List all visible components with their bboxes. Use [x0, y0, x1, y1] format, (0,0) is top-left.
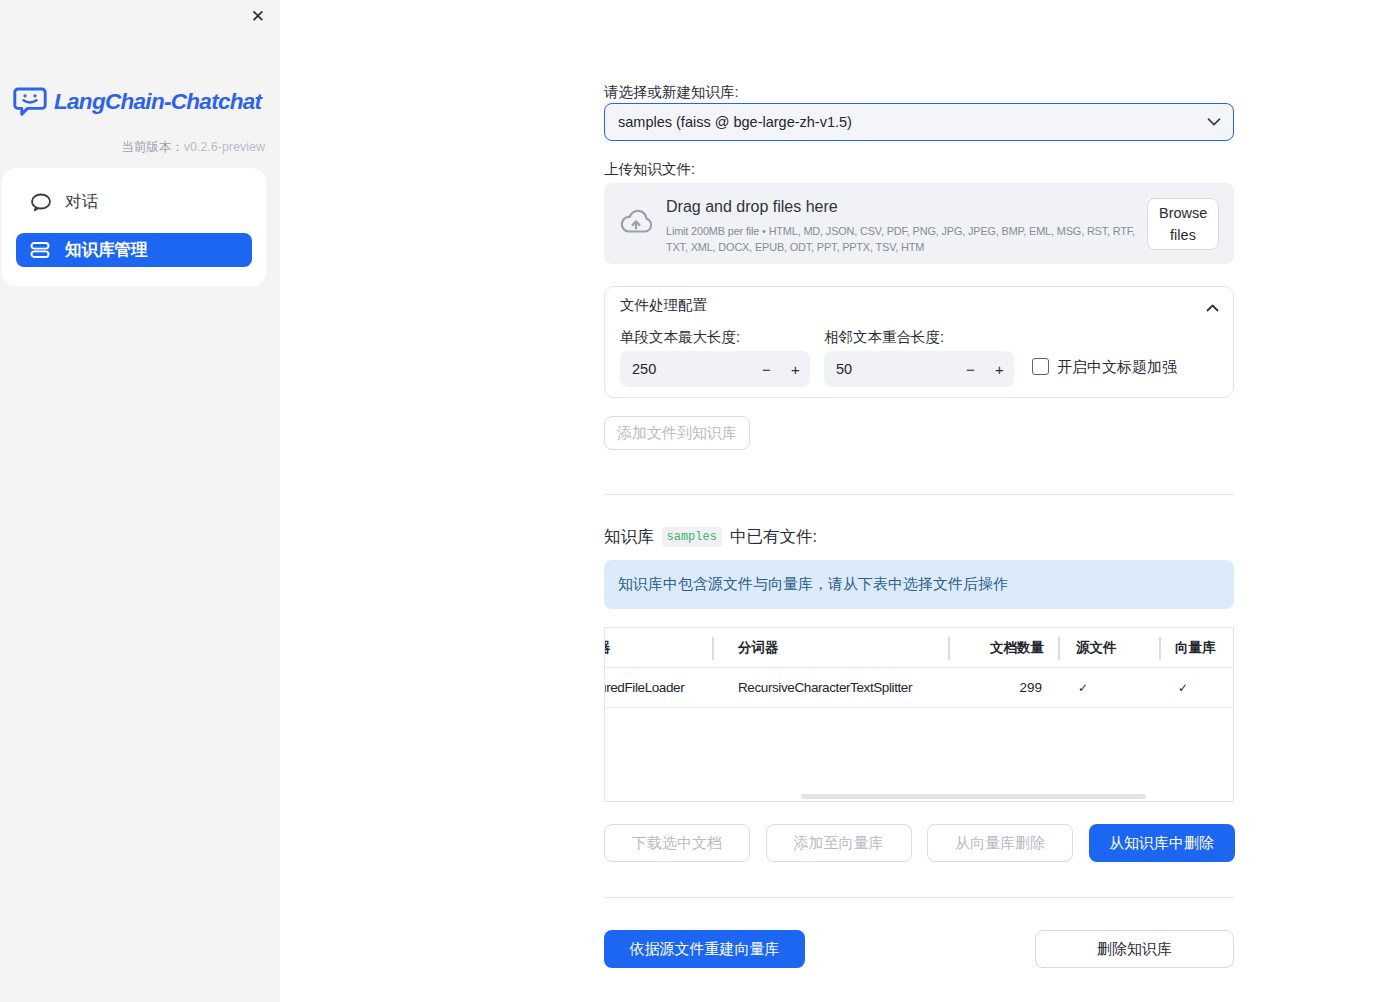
sidebar: ✕ LangChain-Chatchat 当前版本：v0.2.6-preview… [0, 0, 280, 1002]
add-files-button[interactable]: 添加文件到知识库 [604, 416, 750, 450]
table-row[interactable]: UnstructuredFileLoader RecursiveCharacte… [605, 668, 1233, 708]
col-splitter: 分词器 [738, 628, 779, 668]
close-sidebar-icon[interactable]: ✕ [251, 7, 265, 27]
table-horizontal-scrollbar[interactable] [801, 794, 1146, 799]
delete-kb-button[interactable]: 删除知识库 [1035, 930, 1234, 968]
col-vector: 向量库 [1175, 628, 1216, 668]
upload-cloud-icon [619, 207, 653, 235]
delete-from-vector-button[interactable]: 从向量库删除 [927, 824, 1073, 862]
chevron-up-icon[interactable] [1206, 298, 1219, 316]
table-header-row: 文档加载器 分词器 文档数量 源文件 向量库 [605, 628, 1233, 668]
download-selected-button[interactable]: 下载选中文档 [604, 824, 750, 862]
chunk-size-input: 250 − + [620, 351, 810, 387]
version-text: 当前版本：v0.2.6-preview [121, 139, 265, 156]
kb-files-heading: 知识库 samples 中已有文件: [604, 526, 817, 548]
overlap-size-input: 50 − + [824, 351, 1014, 387]
chat-icon [30, 193, 52, 212]
cell-docs: 299 [1019, 668, 1042, 708]
dropzone-limits: Limit 200MB per file • HTML, MD, JSON, C… [666, 224, 1135, 255]
browse-files-button[interactable]: Browse files [1147, 198, 1219, 250]
app-logo: LangChain-Chatchat [13, 86, 261, 118]
cell-source-check: ✓ [1078, 668, 1088, 708]
overlap-plus-button[interactable]: + [985, 361, 1014, 378]
chevron-down-icon [1207, 118, 1221, 126]
chunk-minus-button[interactable]: − [752, 361, 781, 378]
delete-from-kb-button[interactable]: 从知识库中删除 [1089, 824, 1235, 862]
sidebar-item-label: 对话 [65, 191, 98, 213]
kb-select[interactable]: samples (faiss @ bge-large-zh-v1.5) [604, 103, 1234, 141]
add-to-vector-button[interactable]: 添加至向量库 [766, 824, 912, 862]
chunk-plus-button[interactable]: + [781, 361, 810, 378]
sidebar-item-knowledge-base[interactable]: 知识库管理 [16, 233, 252, 267]
overlap-size-value[interactable]: 50 [836, 361, 956, 377]
col-source: 源文件 [1076, 628, 1117, 668]
main-content: 请选择或新建知识库: samples (faiss @ bge-large-zh… [604, 0, 1234, 1002]
zh-title-checkbox-label: 开启中文标题加强 [1057, 358, 1177, 377]
col-loader: 文档加载器 [604, 628, 611, 668]
logo-chat-icon [13, 86, 47, 118]
overlap-minus-button[interactable]: − [956, 361, 985, 378]
cell-loader: UnstructuredFileLoader [604, 668, 684, 708]
kb-select-label: 请选择或新建知识库: [604, 83, 739, 102]
cell-vector-check: ✓ [1178, 668, 1188, 708]
file-config-expander: 文件处理配置 单段文本最大长度: 相邻文本重合长度: 250 − + 50 − … [604, 286, 1234, 398]
chunk-size-label: 单段文本最大长度: [620, 328, 740, 347]
rebuild-vector-button[interactable]: 依据源文件重建向量库 [604, 930, 805, 968]
chunk-size-value[interactable]: 250 [632, 361, 752, 377]
sidebar-item-chat[interactable]: 对话 [16, 185, 252, 219]
files-table[interactable]: 文档加载器 分词器 文档数量 源文件 向量库 UnstructuredFileL… [604, 627, 1234, 802]
kb-select-value: samples (faiss @ bge-large-zh-v1.5) [618, 114, 1207, 130]
cell-splitter: RecursiveCharacterTextSplitter [738, 668, 912, 708]
logo-text: LangChain-Chatchat [54, 89, 261, 115]
zh-title-checkbox[interactable] [1032, 358, 1049, 375]
overlap-size-label: 相邻文本重合长度: [824, 328, 944, 347]
expander-title[interactable]: 文件处理配置 [620, 296, 707, 315]
sidebar-menu: 对话 知识库管理 [2, 168, 266, 286]
divider [604, 897, 1234, 898]
sidebar-item-label: 知识库管理 [65, 239, 148, 261]
file-uploader-dropzone[interactable]: Drag and drop files here Limit 200MB per… [604, 183, 1234, 264]
dropzone-title: Drag and drop files here [666, 198, 838, 216]
kb-name-code: samples [662, 527, 722, 547]
divider [604, 494, 1234, 495]
knowledge-base-icon [30, 241, 52, 259]
info-alert: 知识库中包含源文件与向量库，请从下表中选择文件后操作 [604, 560, 1234, 609]
col-docs: 文档数量 [990, 628, 1044, 668]
upload-label: 上传知识文件: [604, 160, 695, 179]
